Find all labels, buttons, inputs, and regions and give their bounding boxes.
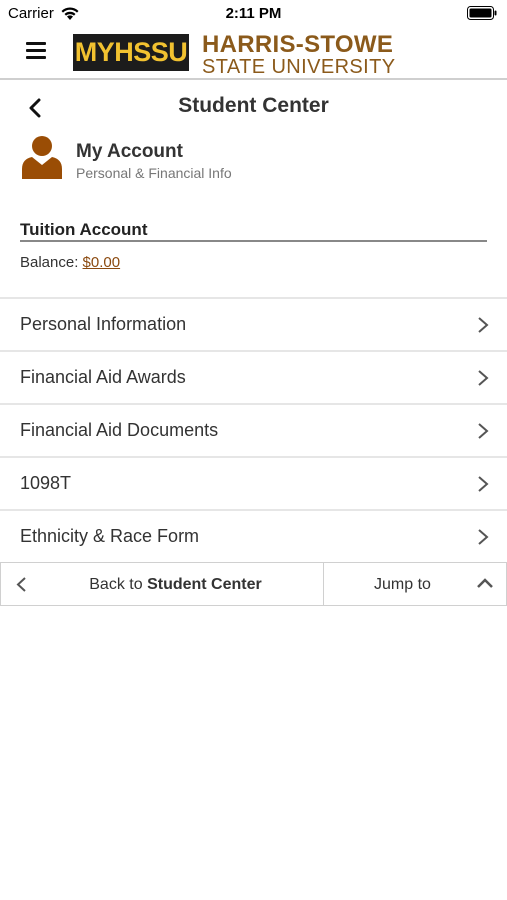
chevron-right-icon (478, 370, 489, 386)
chevron-right-icon (478, 317, 489, 333)
chevron-right-icon (478, 476, 489, 492)
page-title: Student Center (178, 94, 329, 117)
status-bar: Carrier 2:11 PM (0, 0, 507, 28)
menu-item-label: Financial Aid Awards (20, 367, 186, 387)
clock: 2:11 PM (225, 5, 282, 22)
menu-item-personal-information[interactable]: Personal Information (0, 297, 507, 350)
user-avatar-icon (22, 136, 62, 179)
menu-item-label: Personal Information (20, 314, 187, 334)
myhssu-logo[interactable]: MYHSSU (73, 34, 189, 71)
logo-line-2: STATE UNIVERSITY (202, 56, 396, 78)
bottom-nav-bar: Back to Student Center Jump to (0, 562, 507, 606)
menu-item-1098t[interactable]: 1098T (0, 456, 507, 509)
chevron-right-icon (478, 529, 489, 545)
account-title: My Account (76, 141, 183, 162)
balance-label: Balance: (20, 254, 79, 271)
menu-list: Personal Information Financial Aid Award… (0, 297, 507, 562)
back-target: Student Center (147, 576, 262, 593)
menu-item-financial-aid-awards[interactable]: Financial Aid Awards (0, 350, 507, 403)
university-logo[interactable]: HARRIS-STOWE STATE UNIVERSITY (202, 31, 396, 78)
battery-icon (467, 6, 497, 20)
jump-to-button[interactable]: Jump to (325, 563, 506, 605)
menu-item-label: Ethnicity & Race Form (20, 526, 200, 546)
app-header: MYHSSU HARRIS-STOWE STATE UNIVERSITY (0, 28, 507, 80)
balance-row: Balance: $0.00 (20, 254, 120, 271)
back-prefix: Back to (89, 576, 143, 593)
jump-to-label: Jump to (374, 576, 431, 593)
tuition-account-heading: Tuition Account (20, 220, 148, 239)
chevron-right-icon (478, 423, 489, 439)
chevron-up-icon (477, 578, 493, 588)
account-subtitle: Personal & Financial Info (76, 165, 232, 181)
menu-item-label: 1098T (20, 473, 72, 493)
back-to-student-center-button[interactable]: Back to Student Center (1, 563, 324, 605)
tuition-divider (20, 240, 487, 242)
menu-item-ethnicity-race-form[interactable]: Ethnicity & Race Form (0, 509, 507, 562)
menu-item-label: Financial Aid Documents (20, 420, 219, 440)
hamburger-menu-icon[interactable] (26, 42, 46, 60)
balance-link[interactable]: $0.00 (83, 254, 121, 271)
logo-line-1: HARRIS-STOWE (202, 31, 394, 58)
menu-item-financial-aid-documents[interactable]: Financial Aid Documents (0, 403, 507, 456)
back-button-label: Back to Student Center (1, 576, 350, 594)
